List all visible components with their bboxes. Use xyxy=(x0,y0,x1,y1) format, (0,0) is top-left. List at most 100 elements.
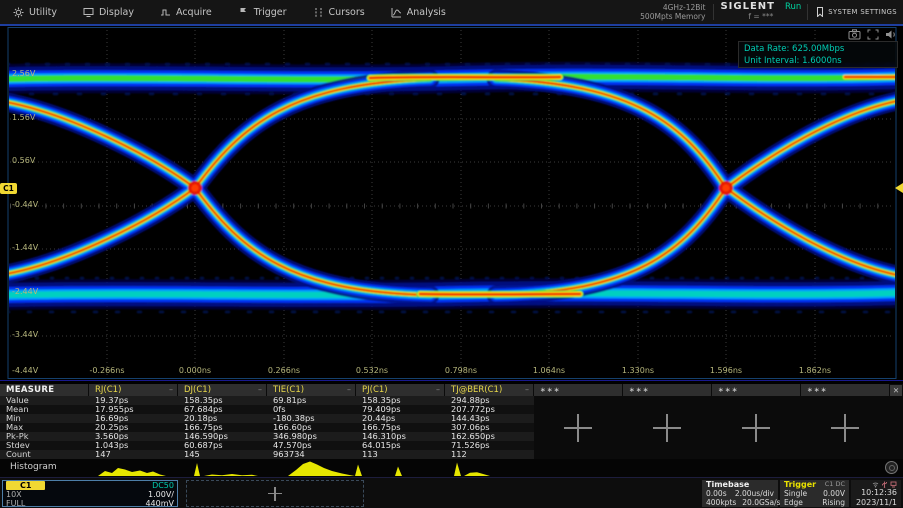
trigger-slope: Rising xyxy=(822,498,845,507)
usb-icon xyxy=(881,481,888,488)
channel1-offset: 440mV xyxy=(145,499,174,508)
x-axis-label: 0.266ns xyxy=(260,366,308,375)
menu-utility[interactable]: Utility xyxy=(0,0,70,24)
bookmark-icon xyxy=(816,7,824,17)
add-measurement-icon[interactable] xyxy=(653,414,681,442)
menu-display[interactable]: Display xyxy=(70,0,147,24)
y-axis-label: 0.56V xyxy=(12,156,35,165)
clock-time: 10:12:36 xyxy=(855,488,897,498)
trigger-box[interactable]: TriggerC1 DC Single0.00V EdgeRising xyxy=(780,480,849,507)
trigger-title: Trigger xyxy=(784,480,816,489)
row-label: Count xyxy=(0,450,89,459)
measure-column-dj: DJ(C1)– 158.35ps 67.684ps 20.18ps 166.75… xyxy=(178,384,267,459)
speaker-icon[interactable] xyxy=(885,29,897,40)
clock-box[interactable]: 10:12:36 2023/11/1 xyxy=(851,480,901,507)
empty-channel-slot[interactable] xyxy=(186,480,364,507)
channel-ground-marker[interactable]: C1 xyxy=(0,183,17,194)
camera-icon[interactable] xyxy=(848,29,861,40)
timebase-title: Timebase xyxy=(706,480,749,489)
menu-analysis-label: Analysis xyxy=(407,7,446,18)
menu-bar-right: 4GHz-12Bit 500Mpts Memory SIGLENT Run f … xyxy=(640,0,903,24)
y-axis-label: -0.44V xyxy=(12,200,38,209)
x-axis-label: 0.798ns xyxy=(437,366,485,375)
model-label: 4GHz-12Bit xyxy=(640,3,705,12)
empty-slot-header[interactable]: ∗∗∗ xyxy=(623,384,711,396)
menu-trigger-label: Trigger xyxy=(254,7,287,18)
data-rate-readout: Data Rate: 625.00Mbps xyxy=(744,43,892,55)
timebase-scale: 2.00us/div xyxy=(735,489,774,498)
menu-utility-label: Utility xyxy=(29,7,57,18)
menu-analysis[interactable]: Analysis xyxy=(378,0,459,24)
clock-date: 2023/11/1 xyxy=(855,498,897,508)
menu-trigger[interactable]: Trigger xyxy=(225,0,300,24)
menu-bar: Utility Display Acquire Trigger Cursors … xyxy=(0,0,903,24)
plot-toolbar xyxy=(848,29,897,40)
measure-slot-empty[interactable]: ∗∗∗ xyxy=(534,384,623,459)
signal-info-box: Data Rate: 625.00Mbps Unit Interval: 1.6… xyxy=(738,41,898,68)
collapse-control[interactable]: – xyxy=(169,384,177,396)
system-settings-button[interactable]: SYSTEM SETTINGS xyxy=(808,7,903,17)
close-measure-button[interactable]: ✕ xyxy=(890,385,902,396)
measure-value: 963734 xyxy=(267,450,356,459)
oscilloscope-screen: Utility Display Acquire Trigger Cursors … xyxy=(0,0,903,508)
empty-slot-header[interactable]: ∗∗∗ xyxy=(712,384,800,396)
collapse-control[interactable]: – xyxy=(347,384,355,396)
drag-handle-icon[interactable] xyxy=(885,461,898,474)
system-settings-label: SYSTEM SETTINGS xyxy=(828,8,897,16)
measure-slot-empty[interactable]: ∗∗∗ xyxy=(712,384,801,459)
add-measurement-icon[interactable] xyxy=(742,414,770,442)
measure-value: 145 xyxy=(178,450,267,459)
empty-slot-header[interactable]: ∗∗∗ xyxy=(801,384,889,396)
channel1-bandwidth: FULL xyxy=(6,499,25,508)
y-axis-label: -3.44V xyxy=(12,330,38,339)
menu-cursors[interactable]: Cursors xyxy=(300,0,378,24)
timebase-sample-rate: 20.0GSa/s xyxy=(742,498,780,507)
measure-slot-empty[interactable]: ∗∗∗ xyxy=(801,384,890,459)
y-axis-label: -1.44V xyxy=(12,243,38,252)
x-axis-label: 0.532ns xyxy=(348,366,396,375)
bottom-bar: C1 DC50 10X 1.00V/ FULL 440mV Timebase 0… xyxy=(0,477,903,508)
hardware-info: 4GHz-12Bit 500Mpts Memory xyxy=(640,3,713,21)
brand-status[interactable]: SIGLENT Run f = *** xyxy=(714,2,807,22)
gear-icon xyxy=(13,7,24,18)
trigger-mode: Single xyxy=(784,489,807,498)
measure-slot-empty[interactable]: ∗∗∗ xyxy=(623,384,712,459)
empty-slot-header[interactable]: ∗∗∗ xyxy=(534,384,622,396)
menu-acquire[interactable]: Acquire xyxy=(147,0,225,24)
histogram-trace xyxy=(0,459,903,477)
y-axis-label: 2.56V xyxy=(12,69,35,78)
x-axis-label: 0.000ns xyxy=(171,366,219,375)
x-axis-label: 1.330ns xyxy=(614,366,662,375)
collapse-control[interactable]: – xyxy=(258,384,266,396)
display-icon xyxy=(83,7,94,18)
menu-acquire-label: Acquire xyxy=(176,7,212,18)
collapse-control[interactable]: – xyxy=(525,384,533,396)
menu-display-label: Display xyxy=(99,7,134,18)
trigger-level-marker[interactable] xyxy=(895,183,903,193)
status-icons xyxy=(855,480,897,488)
channel1-descriptor[interactable]: C1 DC50 10X 1.00V/ FULL 440mV xyxy=(2,480,178,507)
waveform-display[interactable]: 2.56V 1.56V 0.56V -0.44V -1.44V -2.44V -… xyxy=(0,24,903,380)
add-measurement-icon[interactable] xyxy=(564,414,592,442)
freq-readout: f = *** xyxy=(748,12,773,22)
trigger-type: Edge xyxy=(784,498,803,507)
channel1-probe: 10X xyxy=(6,490,22,499)
acquisition-status: Run xyxy=(785,2,801,12)
collapse-control[interactable]: – xyxy=(436,384,444,396)
measure-column-pj: PJ(C1)– 158.35ps 79.409ps 20.44ps 166.75… xyxy=(356,384,445,459)
measure-column-tie: TIE(C1)– 69.81ps 0fs -180.38ps 166.60ps … xyxy=(267,384,356,459)
unit-interval-readout: Unit Interval: 1.6000ns xyxy=(744,55,892,67)
add-measurement-icon[interactable] xyxy=(831,414,859,442)
y-axis-label: -4.44V xyxy=(12,366,38,375)
expand-icon[interactable] xyxy=(867,29,879,40)
measure-column-tjber: TJ@BER(C1)– 294.88ps 207.772ps 144.43ps … xyxy=(445,384,534,459)
trigger-source: C1 DC xyxy=(825,480,845,489)
timebase-box[interactable]: Timebase 0.00s2.00us/div 400kpts20.0GSa/… xyxy=(702,480,778,507)
measure-column-rj: RJ(C1)– 19.37ps 17.955ps 16.69ps 20.25ps… xyxy=(89,384,178,459)
channel1-scale: 1.00V/ xyxy=(148,490,174,499)
channel1-badge: C1 xyxy=(6,481,45,490)
wifi-icon xyxy=(872,481,879,488)
brand-label: SIGLENT xyxy=(720,2,775,12)
add-channel-icon xyxy=(268,487,282,501)
timebase-points: 400kpts xyxy=(706,498,736,507)
